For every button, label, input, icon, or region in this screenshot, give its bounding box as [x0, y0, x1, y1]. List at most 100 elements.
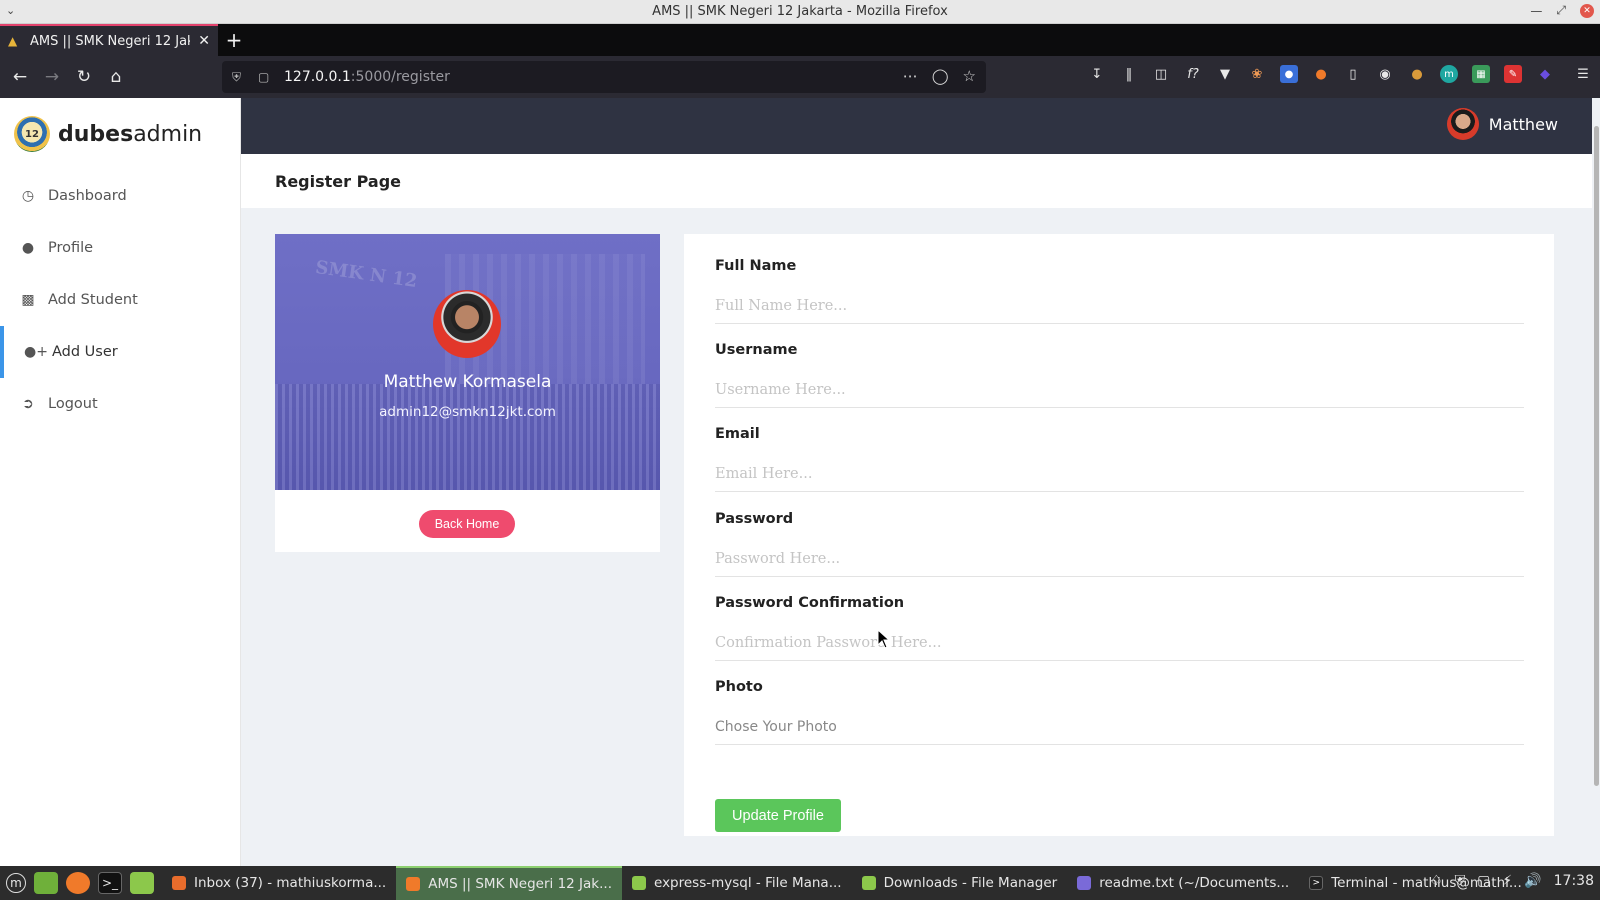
firefox-launcher-icon[interactable] [66, 872, 90, 894]
profile-avatar [433, 290, 501, 358]
back-home-button[interactable]: Back Home [419, 510, 515, 538]
profile-email: admin12@smkn12jkt.com [379, 404, 556, 420]
notifications-icon[interactable]: ♤ [1430, 873, 1443, 889]
profile-cover-image: SMK N 12 Matthew Kormasela admin12@smkn1… [275, 234, 660, 490]
terminal-launcher-icon[interactable]: >_ [98, 872, 122, 894]
app-menu-icon[interactable]: ☰ [1574, 65, 1592, 83]
full-name-input[interactable] [715, 288, 1524, 324]
mobile-view-icon[interactable]: ▯ [1344, 65, 1362, 83]
user-name: Matthew [1488, 114, 1558, 134]
tab-title: AMS || SMK Negeri 12 Jaka [30, 33, 191, 49]
close-window-icon[interactable]: ✕ [1580, 3, 1594, 18]
cover-crowd [275, 384, 660, 490]
url-bar[interactable]: ⛨ ▢ 127.0.0.1:5000/register ⋯ ◯ ☆ [222, 61, 986, 93]
globe-icon[interactable]: ◉ [1376, 65, 1394, 83]
downloads-icon[interactable]: ↧ [1088, 65, 1106, 83]
browser-tab[interactable]: ▲ AMS || SMK Negeri 12 Jaka ✕ [0, 24, 218, 56]
cover-sign: SMK N 12 [314, 256, 419, 293]
forward-icon[interactable]: → [36, 61, 68, 93]
page-title: Register Page [241, 154, 1592, 208]
sidebar-item-label: Profile [48, 240, 94, 256]
new-tab-icon[interactable]: + [218, 24, 250, 56]
full-name-field: Full Name [715, 258, 1524, 324]
username-input[interactable] [715, 372, 1524, 408]
sidebar-item-add-user[interactable]: ●+ Add User [0, 326, 240, 378]
profile-card: SMK N 12 Matthew Kormasela admin12@smkn1… [275, 234, 660, 552]
close-tab-icon[interactable]: ✕ [198, 33, 210, 49]
vue-devtools-icon[interactable]: ▼ [1216, 65, 1234, 83]
window-switch-icon[interactable]: ▢ [1477, 873, 1490, 889]
security-icon[interactable]: ⛨ [1455, 873, 1466, 889]
window-controls: — ⤢ ✕ [1530, 3, 1594, 18]
field-label: Full Name [715, 258, 797, 274]
register-form: Full Name Username Email Password Passwo… [684, 234, 1554, 836]
pocket-icon[interactable]: ◯ [932, 67, 949, 85]
show-desktop-icon[interactable] [34, 872, 58, 894]
sidebar-item-add-student[interactable]: ▩ Add Student [0, 274, 240, 326]
username-field: Username [715, 342, 1524, 408]
url-host: 127.0.0.1 [284, 69, 351, 85]
color-picker-icon[interactable]: ❀ [1248, 65, 1266, 83]
brand[interactable]: 12 dubesadmin [0, 98, 240, 170]
start-menu-icon[interactable]: m [6, 873, 26, 893]
taskbar: m >_ Inbox (37) - mathiuskorma... AMS ||… [0, 866, 1600, 900]
home-icon[interactable]: ⌂ [100, 61, 132, 93]
field-label: Username [715, 342, 798, 358]
student-icon: ▩ [21, 292, 35, 308]
extension-orange-icon[interactable]: ● [1312, 65, 1330, 83]
translate-icon[interactable]: ● [1280, 65, 1298, 83]
school-logo-icon: 12 [14, 116, 50, 152]
taskbar-item-label: Inbox (37) - mathiuskorma... [194, 875, 387, 891]
user-icon: ● [21, 240, 35, 256]
files-launcher-icon[interactable] [130, 872, 154, 894]
cookie-icon[interactable]: ● [1408, 65, 1426, 83]
gem-extension-icon[interactable]: ◆ [1536, 65, 1554, 83]
tracking-shield-icon[interactable]: ⛨ [232, 70, 250, 85]
field-label: Password Confirmation [715, 595, 905, 611]
taskbar-item-label: Downloads - File Manager [883, 875, 1058, 891]
sidebar-toggle-icon[interactable]: ◫ [1152, 65, 1170, 83]
library-icon[interactable]: ‖ [1120, 65, 1138, 83]
taskbar-item[interactable]: readme.txt (~/Documents... [1067, 866, 1299, 900]
clock[interactable]: 17:38 [1554, 873, 1594, 889]
password-confirmation-input[interactable] [715, 625, 1524, 661]
top-navbar: Matthew [241, 98, 1592, 154]
logout-icon: ➲ [22, 396, 34, 412]
page-info-icon[interactable]: ▢ [258, 70, 276, 84]
password-input[interactable] [715, 541, 1524, 577]
taskbar-item[interactable]: Inbox (37) - mathiuskorma... [162, 866, 396, 900]
bookmark-star-icon[interactable]: ☆ [963, 67, 976, 85]
photo-field: Photo Chose Your Photo [715, 679, 1524, 745]
taskbar-item[interactable]: Downloads - File Manager [852, 866, 1068, 900]
photo-file-input[interactable]: Chose Your Photo [715, 709, 1524, 745]
sidebar-item-logout[interactable]: ➲ Logout [0, 378, 240, 430]
taskbar-item[interactable]: express-mysql - File Mana... [622, 866, 852, 900]
password-field: Password [715, 511, 1524, 577]
sheets-icon[interactable]: ▦ [1472, 65, 1490, 83]
sidebar-item-label: Dashboard [48, 188, 127, 204]
minimize-icon[interactable]: — [1530, 4, 1542, 18]
pen-tool-icon[interactable]: ✎ [1504, 65, 1522, 83]
extension-teal-icon[interactable]: m [1440, 65, 1458, 83]
page-scrollbar[interactable] [1592, 98, 1600, 866]
volume-icon[interactable]: 🔊 [1524, 873, 1541, 889]
update-profile-button[interactable]: Update Profile [715, 799, 841, 832]
taskbar-item[interactable]: AMS || SMK Negeri 12 Jak... [396, 866, 622, 900]
window-menu-icon[interactable]: ⌄ [6, 4, 15, 17]
back-icon[interactable]: ← [4, 61, 36, 93]
reload-icon[interactable]: ↻ [68, 61, 100, 93]
maximize-icon[interactable]: ⤢ [1556, 3, 1566, 18]
user-menu[interactable]: Matthew [1446, 108, 1558, 140]
email-input[interactable] [715, 456, 1524, 492]
sidebar-item-label: Add Student [48, 292, 138, 308]
page-viewport: 12 dubesadmin ◷ Dashboard ● Profile ▩ Ad… [0, 98, 1600, 866]
sidebar-item-profile[interactable]: ● Profile [0, 222, 240, 274]
page-actions-icon[interactable]: ⋯ [903, 67, 918, 85]
power-icon[interactable]: ⚡ [1502, 873, 1512, 889]
window-title: AMS || SMK Negeri 12 Jakarta - Mozilla F… [652, 4, 948, 19]
sidebar-item-label: Add User [52, 344, 118, 360]
function-icon[interactable]: f? [1184, 65, 1202, 83]
taskbar-item-label: readme.txt (~/Documents... [1099, 875, 1290, 891]
sidebar-item-dashboard[interactable]: ◷ Dashboard [0, 170, 240, 222]
scrollbar-thumb[interactable] [1594, 126, 1599, 786]
